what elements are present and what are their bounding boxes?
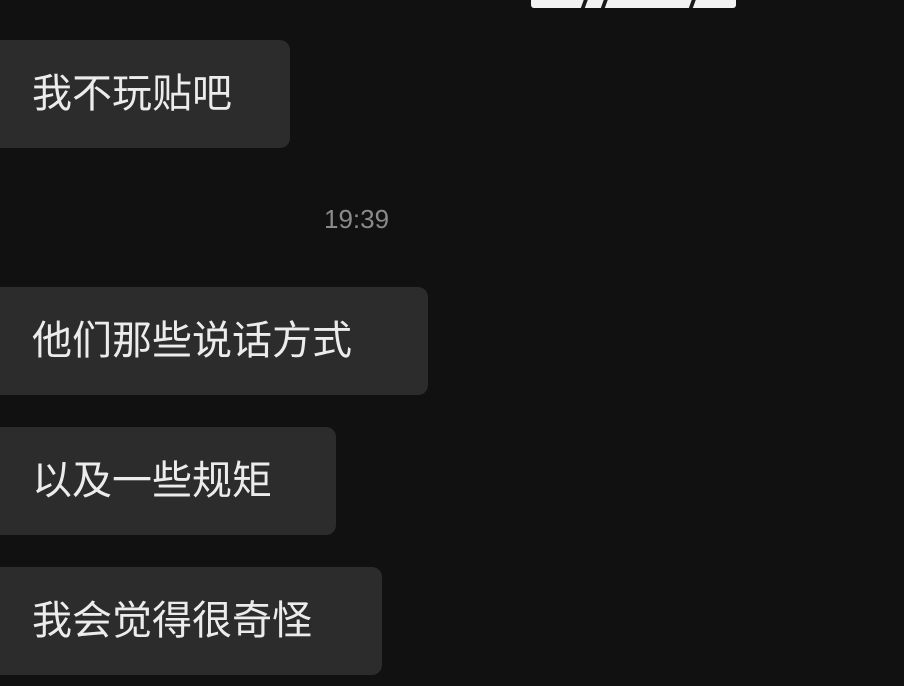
message-text: 以及一些规矩: [32, 458, 272, 504]
message-bubble[interactable]: 他们那些说话方式: [0, 287, 428, 395]
message-text: 他们那些说话方式: [32, 318, 352, 364]
message-bubble[interactable]: 我不玩贴吧: [0, 40, 290, 148]
message-bubble[interactable]: 以及一些规矩: [0, 427, 336, 535]
chat-area: 我不玩贴吧 19:39 他们那些说话方式 以及一些规矩 我会觉得很奇怪: [0, 0, 904, 686]
image-stroke: [580, 0, 590, 8]
message-bubble[interactable]: 我会觉得很奇怪: [0, 567, 382, 675]
message-text: 我不玩贴吧: [32, 71, 232, 117]
image-stroke: [600, 0, 610, 8]
message-timestamp: 19:39: [324, 204, 390, 234]
image-stroke: [688, 0, 698, 8]
image-message-thumbnail[interactable]: [531, 0, 736, 8]
message-text: 我会觉得很奇怪: [32, 598, 312, 644]
